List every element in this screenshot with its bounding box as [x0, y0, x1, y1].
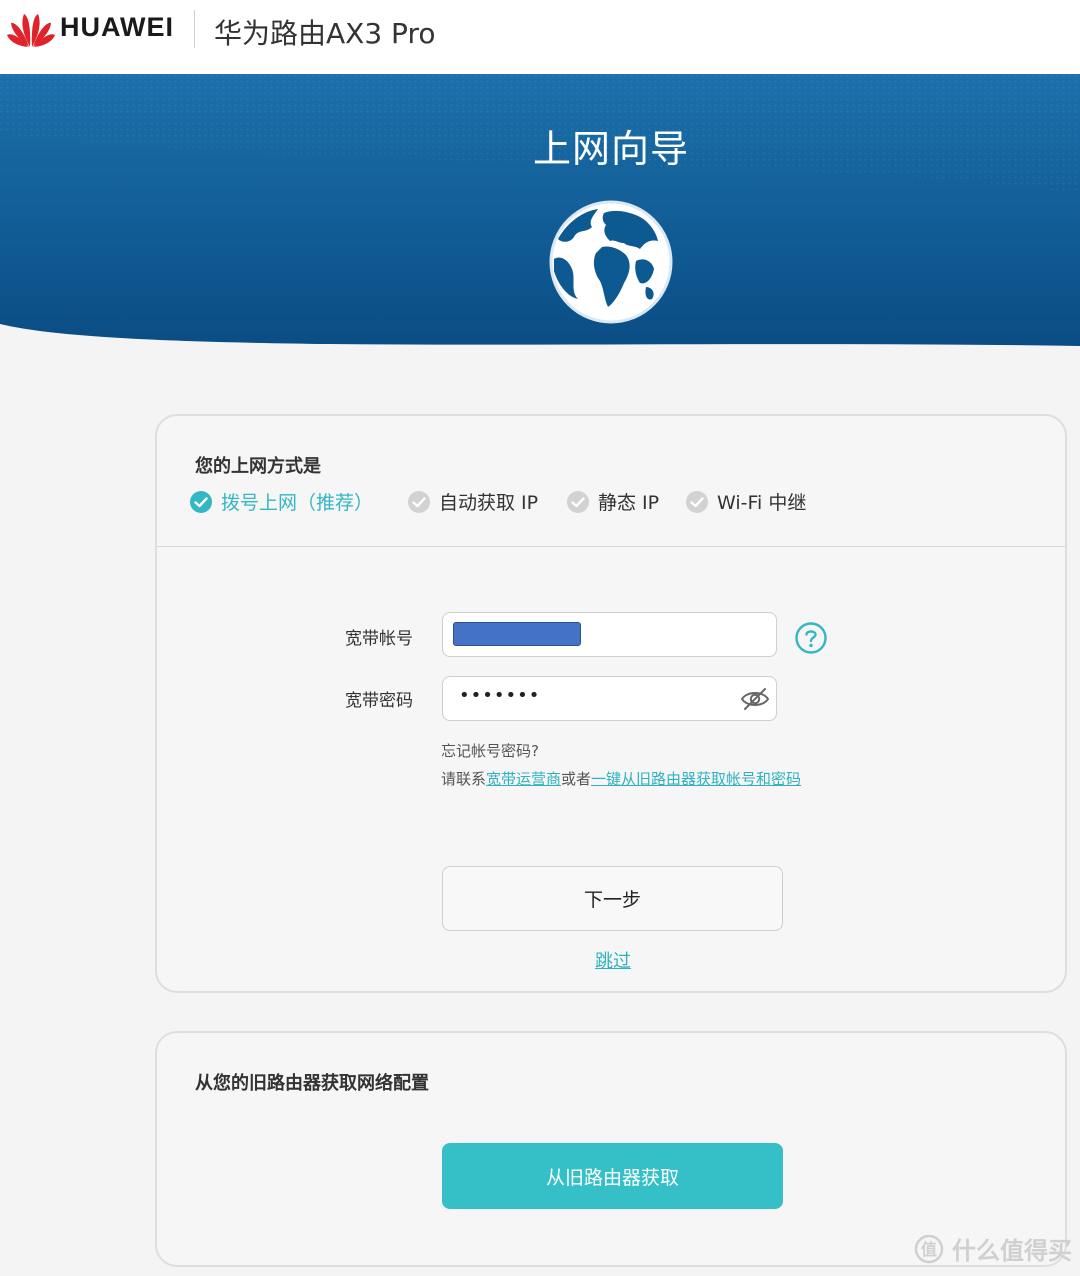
product-title: 华为路由AX3 Pro	[214, 17, 436, 50]
check-circle-icon	[567, 490, 589, 513]
mode-pppoe[interactable]: 拨号上网（推荐）	[189, 488, 373, 515]
huawei-logo-icon	[7, 14, 55, 47]
fetch-from-old-router-button[interactable]: 从旧路由器获取	[442, 1143, 783, 1209]
brand-name: HUAWEI	[60, 12, 174, 42]
mode-dhcp[interactable]: 自动获取 IP	[407, 488, 538, 515]
mode-label: 静态 IP	[598, 492, 660, 514]
mode-static-ip[interactable]: 静态 IP	[566, 488, 659, 515]
isp-link[interactable]: 宽带运营商	[486, 770, 561, 788]
help-icon[interactable]	[794, 621, 828, 655]
svg-text:值: 值	[921, 1240, 937, 1259]
section-divider	[157, 546, 1065, 547]
skip-link: 跳过	[157, 947, 1069, 973]
watermark: 值 什么值得买	[914, 1231, 1072, 1266]
globe-icon	[549, 200, 673, 324]
account-input[interactable]	[442, 612, 777, 657]
redacted-account-value	[453, 622, 581, 646]
mode-label: 拨号上网（推荐）	[221, 492, 374, 514]
connection-wizard-card: 您的上网方式是 拨号上网（推荐） 自动获取 IP 静态 IP Wi-Fi 中继 …	[155, 414, 1067, 993]
password-input[interactable]: •••••••	[442, 676, 777, 721]
header-divider	[194, 10, 195, 48]
old-router-credentials-link[interactable]: 一键从旧路由器获取帐号和密码	[591, 770, 801, 788]
eye-hidden-icon[interactable]	[740, 686, 770, 712]
hint-prefix: 请联系	[441, 770, 487, 788]
check-circle-icon	[686, 490, 708, 513]
top-header: HUAWEI 华为路由AX3 Pro	[0, 0, 1080, 74]
check-circle-icon	[190, 490, 212, 513]
banner-background	[0, 74, 1080, 346]
wizard-banner: 上网向导	[0, 74, 1080, 349]
check-circle-icon	[408, 490, 430, 513]
forgot-credentials-text: 忘记帐号密码?	[441, 742, 539, 760]
mode-label: Wi-Fi 中继	[717, 492, 807, 514]
mode-label: 自动获取 IP	[439, 492, 539, 514]
connection-type-title: 您的上网方式是	[195, 456, 321, 477]
watermark-text: 什么值得买	[952, 1237, 1072, 1265]
banner-title: 上网向导	[532, 127, 689, 171]
next-button[interactable]: 下一步	[442, 866, 783, 931]
account-label: 宽带帐号	[345, 629, 413, 649]
mode-wifi-relay[interactable]: Wi-Fi 中继	[685, 488, 806, 515]
hint-middle: 或者	[561, 770, 592, 788]
old-router-title: 从您的旧路由器获取网络配置	[195, 1073, 429, 1094]
password-label: 宽带密码	[345, 691, 413, 711]
skip-link-label[interactable]: 跳过	[595, 951, 631, 972]
password-value: •••••••	[459, 685, 541, 706]
value-badge-icon: 值	[914, 1234, 944, 1263]
contact-hint: 请联系宽带运营商或者一键从旧路由器获取帐号和密码	[441, 768, 801, 789]
